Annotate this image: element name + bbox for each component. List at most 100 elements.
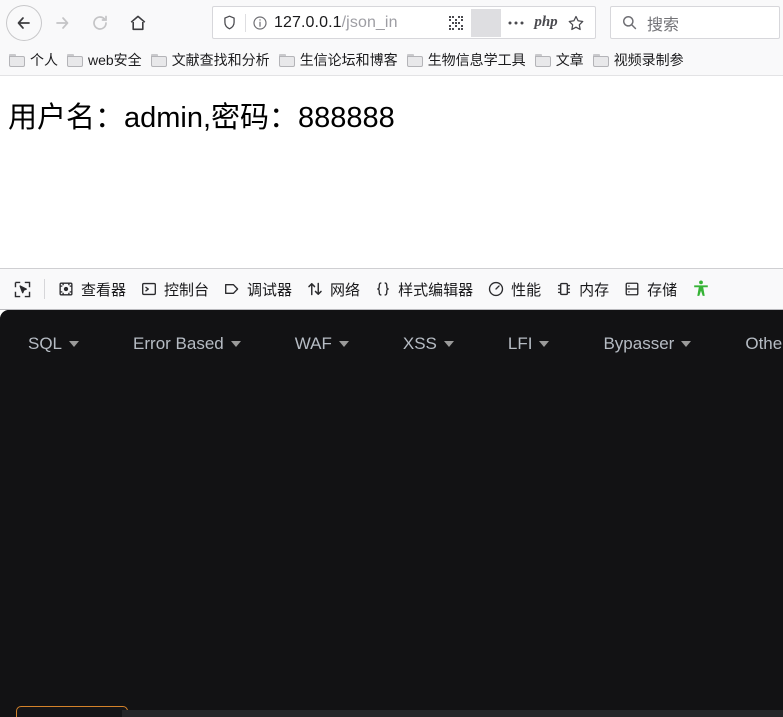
browser-window: 127.0.0.1/json_in php 搜索 个人 web安全 文献查找和分… [0, 0, 783, 717]
style-editor-icon [374, 280, 392, 298]
chevron-down-icon [69, 341, 80, 347]
arrow-left-icon [14, 13, 34, 33]
browser-toolbar: 127.0.0.1/json_in php 搜索 [0, 0, 783, 45]
hackbar-menu-label: Other [745, 334, 783, 353]
info-circle-icon[interactable] [246, 15, 274, 31]
toolbar-separator [44, 279, 45, 299]
accessibility-icon [691, 279, 711, 299]
hackbar-action-buttons: Load URL Spit URL Execution [16, 706, 128, 717]
back-button[interactable] [6, 5, 42, 41]
bookmark-item[interactable]: 文献查找和分析 [149, 48, 277, 72]
hackbar-menu-label: Error Based [133, 334, 224, 353]
memory-icon [555, 280, 573, 298]
chevron-down-icon [230, 341, 241, 347]
qr-code-glyph [449, 15, 463, 30]
search-placeholder: 搜索 [647, 16, 680, 34]
search-bar[interactable]: 搜索 [610, 6, 780, 39]
load-url-button[interactable]: Load URL [16, 706, 128, 717]
bookmark-label: 文献查找和分析 [171, 52, 270, 68]
search-icon [621, 14, 638, 31]
network-icon [306, 280, 324, 298]
tab-style-editor[interactable]: 样式编辑器 [367, 276, 480, 303]
arrow-right-icon [52, 13, 72, 33]
hackbar-menu-other[interactable]: Other [745, 330, 783, 358]
home-icon [128, 13, 148, 33]
qr-code-icon[interactable] [441, 9, 471, 37]
hackbar-menu-xss[interactable]: XSS [403, 330, 454, 358]
debugger-icon [223, 280, 241, 298]
hackbar-url-field[interactable]: http://127.0.0.1/json_injection.php [122, 710, 783, 717]
bookmark-item[interactable]: 文章 [533, 48, 591, 72]
tab-performance[interactable]: 性能 [480, 276, 548, 303]
tab-console[interactable]: 控制台 [133, 276, 216, 303]
star-icon[interactable] [561, 9, 591, 37]
bookmarks-bar: 个人 web安全 文献查找和分析 生信论坛和博客 生物信息学工具 文章 视频录制… [0, 45, 783, 76]
bookmark-label: 个人 [30, 52, 58, 68]
url-path: /json_in [341, 13, 398, 31]
bookmark-item[interactable]: 个人 [7, 48, 65, 72]
chevron-down-icon [539, 341, 550, 347]
tab-inspector[interactable]: 查看器 [50, 276, 133, 303]
accessibility-button[interactable] [684, 276, 718, 302]
tab-performance-label: 性能 [511, 281, 542, 299]
hackbar-menu-label: SQL [28, 334, 63, 353]
page-viewport: 用户名：admin,密码：888888 [0, 76, 783, 268]
folder-icon [67, 53, 83, 67]
tab-network[interactable]: 网络 [299, 276, 367, 303]
hackbar-menu-sql[interactable]: SQL [28, 330, 80, 358]
hackbar-menu-bypasser[interactable]: Bypasser [603, 330, 692, 358]
element-picker-button[interactable] [6, 277, 39, 302]
hackbar-menu-label: XSS [402, 334, 437, 353]
folder-icon [9, 53, 25, 67]
address-bar-icons: php [441, 8, 595, 37]
tab-debugger[interactable]: 调试器 [216, 276, 299, 303]
navigation-buttons [0, 5, 156, 41]
bookmark-label: 生信论坛和博客 [299, 52, 398, 68]
address-bar[interactable]: 127.0.0.1/json_in php [212, 6, 596, 39]
url-host: 127.0.0.1 [274, 13, 342, 31]
devtools-toolbar: 查看器 控制台 调试器 网络 样式编辑器 性能 内存 存储 [0, 268, 783, 310]
hackbar-panel: SQL Error Based WAF XSS LFI Bypasser Oth… [0, 310, 783, 717]
hackbar-menu-lfi[interactable]: LFI [508, 330, 550, 358]
folder-icon [592, 53, 609, 67]
inspector-icon [57, 280, 75, 298]
tab-console-label: 控制台 [164, 281, 210, 299]
bookmark-item[interactable]: web安全 [65, 48, 149, 72]
bookmark-item[interactable]: 生信论坛和博客 [277, 48, 405, 72]
bookmark-item[interactable]: 视频录制参 [591, 48, 691, 72]
hackbar-menu-error-based[interactable]: Error Based [133, 330, 241, 358]
forward-button[interactable] [44, 5, 80, 41]
console-icon [140, 280, 158, 298]
element-picker-icon [13, 280, 32, 299]
hackbar-menu-label: LFI [507, 334, 533, 353]
reload-icon [90, 13, 110, 33]
home-button[interactable] [120, 5, 156, 41]
bookmark-label: 文章 [555, 52, 584, 68]
urlbar-divider-2 [471, 8, 501, 37]
tab-style-editor-label: 样式编辑器 [398, 281, 474, 299]
folder-icon [406, 53, 423, 67]
ellipsis-icon[interactable] [501, 9, 531, 37]
tab-memory[interactable]: 内存 [548, 276, 616, 303]
tab-storage[interactable]: 存储 [616, 276, 684, 303]
bookmark-item[interactable]: 生物信息学工具 [405, 48, 533, 72]
tab-storage-label: 存储 [647, 281, 678, 299]
bookmark-label: 生物信息学工具 [427, 52, 526, 68]
page-body-text: 用户名：admin,密码：888888 [8, 102, 395, 134]
bookmark-label: web安全 [88, 52, 142, 68]
hackbar-menu-bar: SQL Error Based WAF XSS LFI Bypasser Oth… [0, 310, 783, 378]
chevron-down-icon [681, 341, 692, 347]
shield-icon[interactable] [213, 14, 245, 31]
address-bar-text[interactable]: 127.0.0.1/json_in [274, 14, 441, 32]
php-extension-icon[interactable]: php [531, 9, 561, 37]
tab-inspector-label: 查看器 [81, 281, 127, 299]
folder-icon [278, 53, 295, 67]
hackbar-menu-waf[interactable]: WAF [295, 330, 349, 358]
folder-icon [534, 53, 551, 67]
tab-debugger-label: 调试器 [247, 281, 293, 299]
reload-button[interactable] [82, 5, 118, 41]
bookmark-label: 视频录制参 [613, 52, 684, 68]
tab-network-label: 网络 [330, 281, 361, 299]
storage-icon [623, 280, 641, 298]
performance-icon [487, 280, 505, 298]
